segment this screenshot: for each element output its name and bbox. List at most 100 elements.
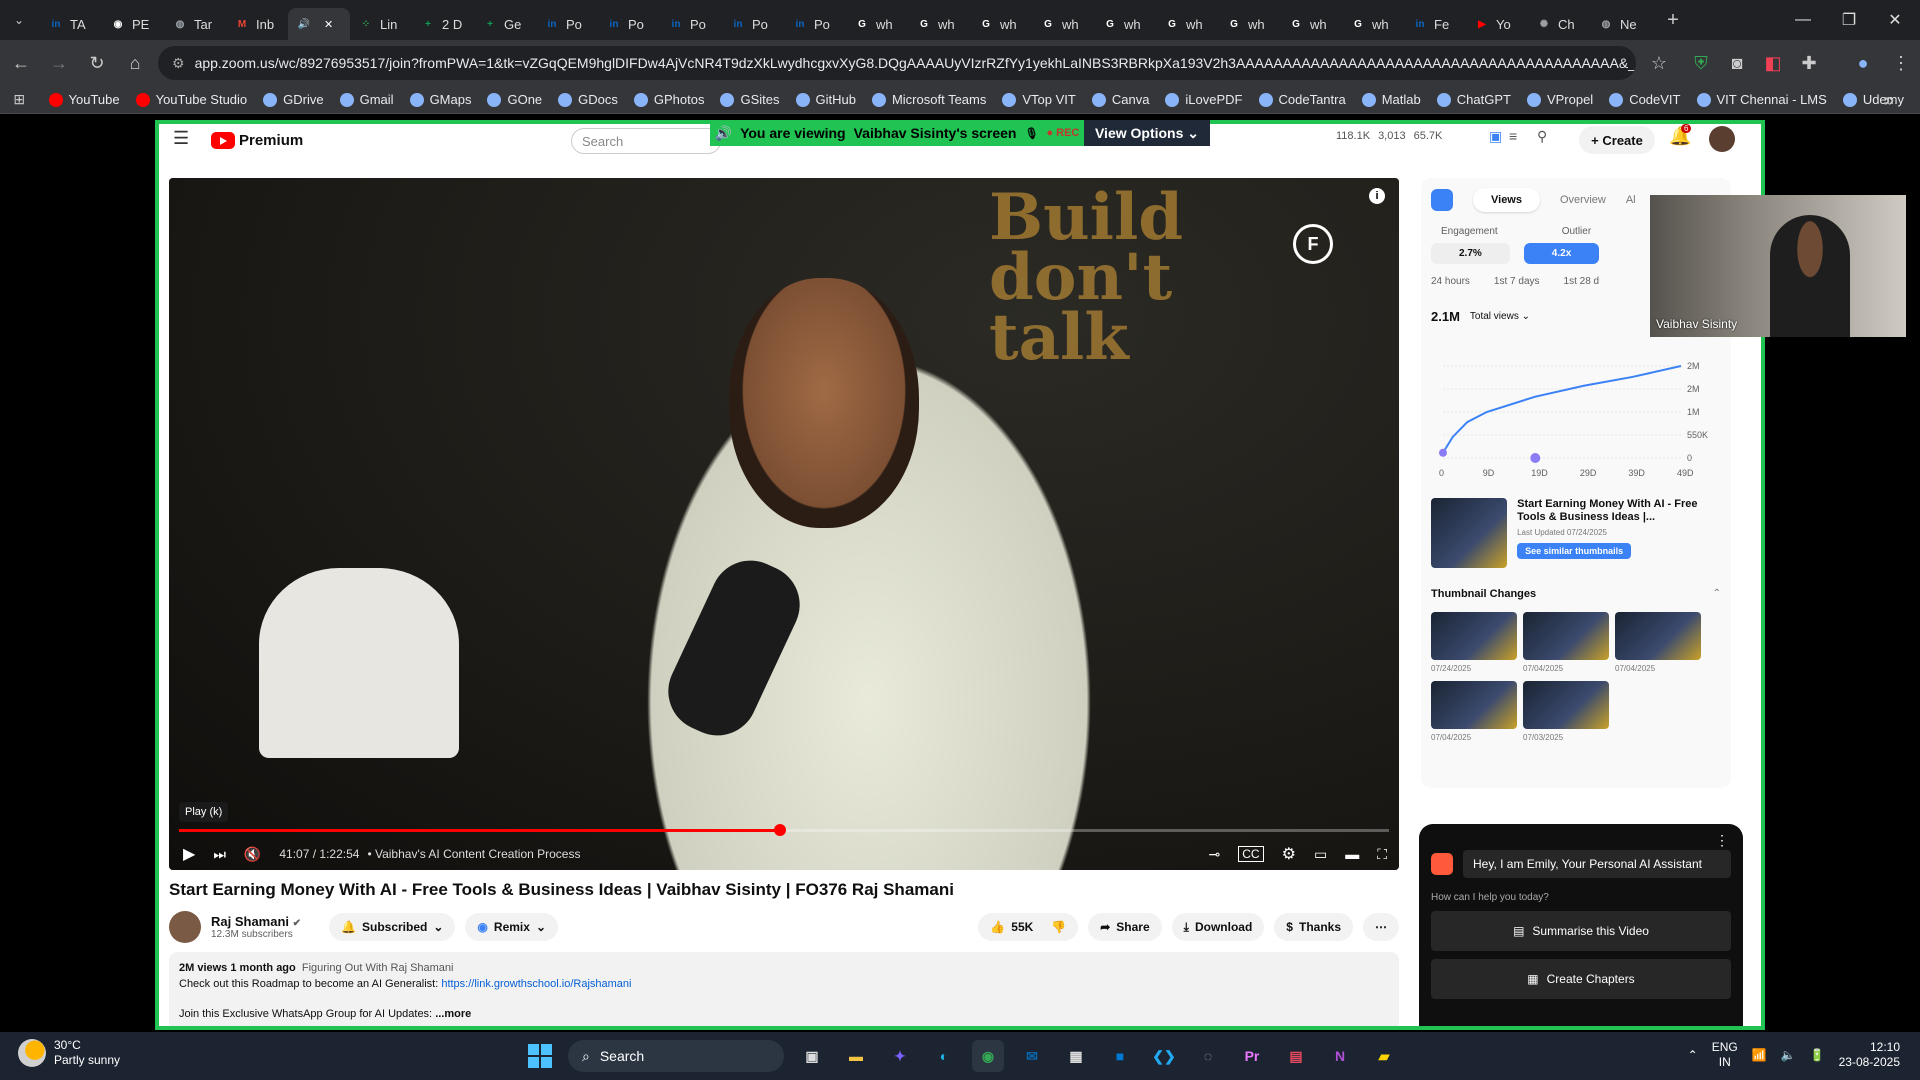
browser-tab[interactable]: in Po [722,8,784,40]
video-description[interactable]: 2M views 1 month ago Figuring Out With R… [169,952,1399,1026]
app-blue-icon[interactable]: ■ [1104,1040,1136,1072]
browser-tab[interactable]: Gwh [1094,8,1156,40]
bookmark-item[interactable]: Gmail [339,92,394,107]
premiere-icon[interactable]: Pr [1236,1040,1268,1072]
browser-tab[interactable]: in TA [40,8,102,40]
clock[interactable]: 12:10 23-08-2025 [1839,1040,1900,1070]
cast-icon[interactable]: ⚲ [1537,128,1547,145]
fullscreen-icon[interactable]: ⛶ [1377,846,1387,863]
browser-tab[interactable]: in Po [660,8,722,40]
browser-tab[interactable]: ▶ Yo [1466,8,1528,40]
restore-button[interactable]: ❐ [1826,0,1872,40]
roadmap-link[interactable]: https://link.growthschool.io/Rajshamani [441,978,631,990]
bookmark-item[interactable]: YouTube [48,92,120,107]
youtube-search-input[interactable]: Search [571,128,721,154]
new-tab-button[interactable]: + [1656,3,1690,37]
browser-tab[interactable]: Gwh [970,8,1032,40]
sticky-notes-icon[interactable]: ▰ [1368,1040,1400,1072]
tab-overview[interactable]: Overview [1560,194,1606,206]
hamburger-menu-icon[interactable]: ☰ [173,128,189,149]
extension-pocket-icon[interactable]: ◧ [1756,46,1790,80]
taskbar-search[interactable]: ⌕ Search [568,1040,784,1072]
extensions-puzzle-icon[interactable]: ✚ [1792,46,1826,80]
bookmark-item[interactable]: GSites [720,92,780,107]
engagement-value[interactable]: 2.7% [1431,243,1510,264]
chapter-label[interactable]: • Vaibhav's AI Content Creation Process [367,847,580,861]
file-explorer-icon[interactable]: ▬ [840,1040,872,1072]
bookmark-item[interactable]: GMaps [409,92,471,107]
bookmark-item[interactable]: VIT Chennai - LMS [1696,92,1827,107]
vscode-icon[interactable]: ❮❯ [1148,1040,1180,1072]
thumbnail-change-item[interactable]: 07/03/2025 [1523,681,1609,742]
list-icon[interactable]: ≡ [1509,128,1517,144]
bookmark-item[interactable]: GitHub [795,92,856,107]
app-chart-icon[interactable]: ▤ [1280,1040,1312,1072]
bookmark-item[interactable]: VTop VIT [1002,92,1076,107]
miniplayer-icon[interactable]: ▭ [1314,846,1327,863]
browser-tab[interactable]: ⁘ Lin [350,8,412,40]
browser-tab[interactable]: + Ge [474,8,536,40]
store-icon[interactable]: ▦ [1060,1040,1092,1072]
weather-widget[interactable]: 30°C Partly sunny [18,1038,120,1068]
language-indicator[interactable]: ENG IN [1712,1040,1738,1070]
reload-button[interactable]: ↻ [80,46,114,80]
bookmark-item[interactable]: Canva [1091,92,1149,107]
bookmark-item[interactable]: ChatGPT [1436,92,1511,107]
subscribed-button[interactable]: 🔔 Subscribed ⌄ [329,913,456,941]
share-button[interactable]: ➦ Share [1088,913,1162,941]
browser-tab[interactable]: in Po [784,8,846,40]
home-button[interactable]: ⌂ [118,46,152,80]
browser-tab[interactable]: Gwh [846,8,908,40]
task-view-icon[interactable]: ▣ [796,1040,828,1072]
browser-tab[interactable]: Gwh [1280,8,1342,40]
thumbnail-change-item[interactable]: 07/24/2025 [1431,612,1517,673]
bookmark-item[interactable]: VPropel [1526,92,1593,107]
next-icon[interactable]: ⏭ [213,846,226,863]
channel-avatar[interactable] [169,911,201,943]
period-24h[interactable]: 24 hours [1431,276,1470,287]
progress-bar[interactable] [179,824,1389,836]
settings-gear-icon[interactable]: ⚙ [1282,844,1296,864]
browser-tab[interactable]: in Po [598,8,660,40]
bookmark-item[interactable]: CodeTantra [1258,92,1346,107]
bookmark-item[interactable]: Microsoft Teams [871,92,986,107]
browser-tab[interactable]: in Po [536,8,598,40]
video-player[interactable]: Build don't talk F i Play (k) ▶ ⏭ 🔇 41:0… [169,178,1399,870]
bookmark-item[interactable]: GPhotos [633,92,704,107]
more-actions-button[interactable]: ⋯ [1363,913,1399,941]
browser-tab[interactable]: Gwh [908,8,970,40]
apps-grid-icon[interactable]: ⊞ [8,83,31,117]
chrome-menu-icon[interactable]: ⋮ [1884,46,1918,80]
remix-button[interactable]: ◉ Remix ⌄ [465,913,558,941]
mute-icon[interactable]: 🔇 [244,846,261,863]
video-card-thumbnail[interactable] [1431,498,1508,568]
volume-icon[interactable]: 🔈 [1781,1048,1796,1062]
assistant-menu-icon[interactable]: ⋮ [1715,832,1729,849]
extension-camera-icon[interactable]: ◙ [1720,46,1754,80]
outlook-icon[interactable]: ✉ [1016,1040,1048,1072]
like-button[interactable]: 👍 55K 👎 [978,913,1079,941]
copilot-icon[interactable]: ✦ [884,1040,916,1072]
download-button[interactable]: ⤓ Download [1171,913,1265,941]
browser-tab[interactable]: Gwh [1032,8,1094,40]
outlier-value[interactable]: 4.2x [1523,243,1600,264]
browser-tab[interactable]: ◉ PE [102,8,164,40]
theater-mode-icon[interactable]: ▬ [1345,846,1359,862]
thumbnail-change-item[interactable]: 07/04/2025 [1523,612,1609,673]
channel-name[interactable]: Raj Shamani ✔ [211,914,301,929]
browser-tab[interactable]: Gwh [1218,8,1280,40]
address-bar[interactable]: ⚙ app.zoom.us/wc/89276953517/join?fromPW… [158,46,1636,80]
onenote-icon[interactable]: N [1324,1040,1356,1072]
thumbs-down-icon[interactable]: 👎 [1051,920,1066,934]
app-circle-icon[interactable]: ◌ [1192,1040,1224,1072]
show-more-link[interactable]: ...more [435,1008,471,1020]
forward-button[interactable]: → [42,46,76,80]
bookmarks-overflow-icon[interactable]: » [1872,83,1906,117]
total-views-dropdown[interactable]: Total views ⌄ [1470,311,1530,322]
browser-tab[interactable]: 🔊 ✕ [288,8,350,40]
bookmark-item[interactable]: GDocs [558,92,618,107]
participant-video[interactable]: Vaibhav Sisinty [1650,195,1906,337]
profile-avatar[interactable]: ● [1846,46,1880,80]
browser-tab[interactable]: ✺ Ch [1528,8,1590,40]
browser-tab[interactable]: Gwh [1342,8,1404,40]
